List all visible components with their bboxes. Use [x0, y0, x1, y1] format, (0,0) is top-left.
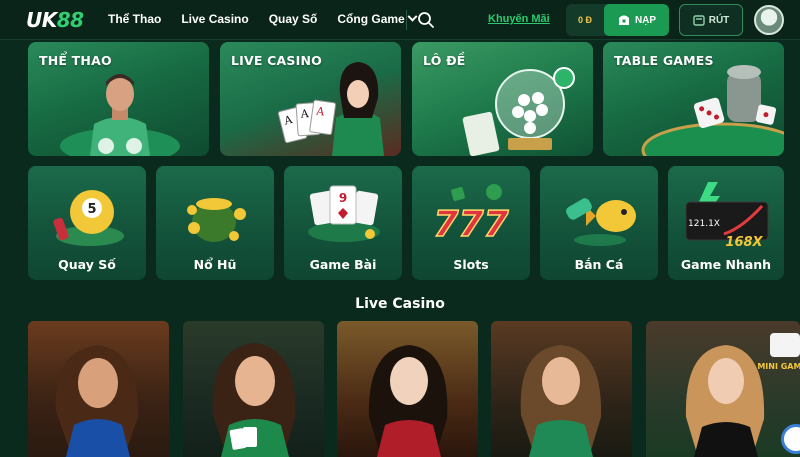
withdraw-button[interactable]: RÚT — [679, 4, 743, 36]
category-table-games[interactable]: TABLE GAMES — [603, 42, 784, 156]
category-no-hu[interactable]: Nổ Hũ — [156, 166, 274, 280]
category-label: Slots — [453, 257, 489, 272]
table-games-illustration — [641, 65, 784, 156]
dealer-photo — [368, 345, 448, 457]
nav-the-thao[interactable]: Thể Thao — [108, 12, 161, 26]
dealer-card-2[interactable] — [183, 321, 324, 457]
avatar[interactable] — [754, 5, 784, 35]
category-ban-ca[interactable]: Bắn Cá — [540, 166, 658, 280]
dealer-card-3[interactable] — [337, 321, 478, 457]
lottery-drum-illustration — [462, 67, 575, 156]
mini-games-badge: MINI GAMES — [757, 362, 800, 371]
svg-text:9: 9 — [339, 191, 347, 205]
category-label: Nổ Hũ — [193, 257, 237, 272]
dealer-photo — [55, 345, 139, 457]
dealer-card-4[interactable] — [491, 321, 632, 457]
wallet-box: 0 Đ NẠP — [566, 4, 669, 36]
main-categories: THỂ THAO LIVE CASINO A A A LÔ ĐỀ TABLE G… — [28, 42, 784, 156]
svg-text:121.1X: 121.1X — [688, 219, 720, 229]
football-player-illustration — [60, 74, 180, 156]
category-label: Bắn Cá — [574, 257, 624, 272]
nav-cong-game[interactable]: Cổng Game — [337, 11, 418, 26]
section-title-live-casino: Live Casino — [355, 296, 445, 312]
main-nav: Thể Thao Live Casino Quay Số Cổng Game — [108, 11, 418, 26]
dealer-photo — [212, 343, 296, 457]
game-categories: 5 Quay Số Nổ Hũ 9 Game Bài 777 Slots Bắn… — [28, 166, 784, 280]
dealer-with-cards-illustration: A A A — [277, 62, 384, 156]
category-quay-so[interactable]: 5 Quay Số — [28, 166, 146, 280]
dealer-photo — [520, 345, 602, 457]
withdraw-icon — [693, 15, 705, 26]
category-label: Game Nhanh — [680, 257, 772, 272]
category-label: Quay Số — [58, 257, 116, 272]
nav-live-casino[interactable]: Live Casino — [181, 12, 248, 26]
category-slots[interactable]: 777 Slots — [412, 166, 530, 280]
category-lo-de[interactable]: LÔ ĐỀ — [412, 42, 593, 156]
svg-text:777: 777 — [433, 204, 508, 245]
svg-text:168X: 168X — [725, 235, 763, 250]
dealer-card-5[interactable]: MINI GAMES — [646, 321, 800, 457]
chevron-down-icon — [407, 11, 418, 22]
dealer-photo: MINI GAMES — [685, 333, 800, 457]
category-game-nhanh[interactable]: 121.1X 168X Game Nhanh — [668, 166, 784, 280]
category-game-bai[interactable]: 9 Game Bài — [284, 166, 402, 280]
svg-text:5: 5 — [87, 202, 96, 217]
wallet-icon — [618, 15, 629, 25]
top-navbar: UK88 Thể Thao Live Casino Quay Số Cổng G… — [0, 0, 800, 40]
search-icon[interactable] — [417, 11, 435, 29]
brand-logo[interactable]: UK88 — [26, 8, 84, 32]
live-casino-dealers: MINI GAMES — [28, 321, 800, 457]
category-the-thao[interactable]: THỂ THAO — [28, 42, 209, 156]
balance-display: 0 Đ — [577, 15, 592, 25]
promotions-link[interactable]: Khuyến Mãi — [488, 13, 550, 25]
nav-divider — [406, 10, 407, 30]
category-live-casino[interactable]: LIVE CASINO A A A — [220, 42, 401, 156]
deposit-button[interactable]: NẠP — [604, 4, 669, 36]
dealer-card-1[interactable] — [28, 321, 169, 457]
category-label: Game Bài — [309, 257, 377, 272]
nav-quay-so[interactable]: Quay Số — [269, 12, 318, 26]
